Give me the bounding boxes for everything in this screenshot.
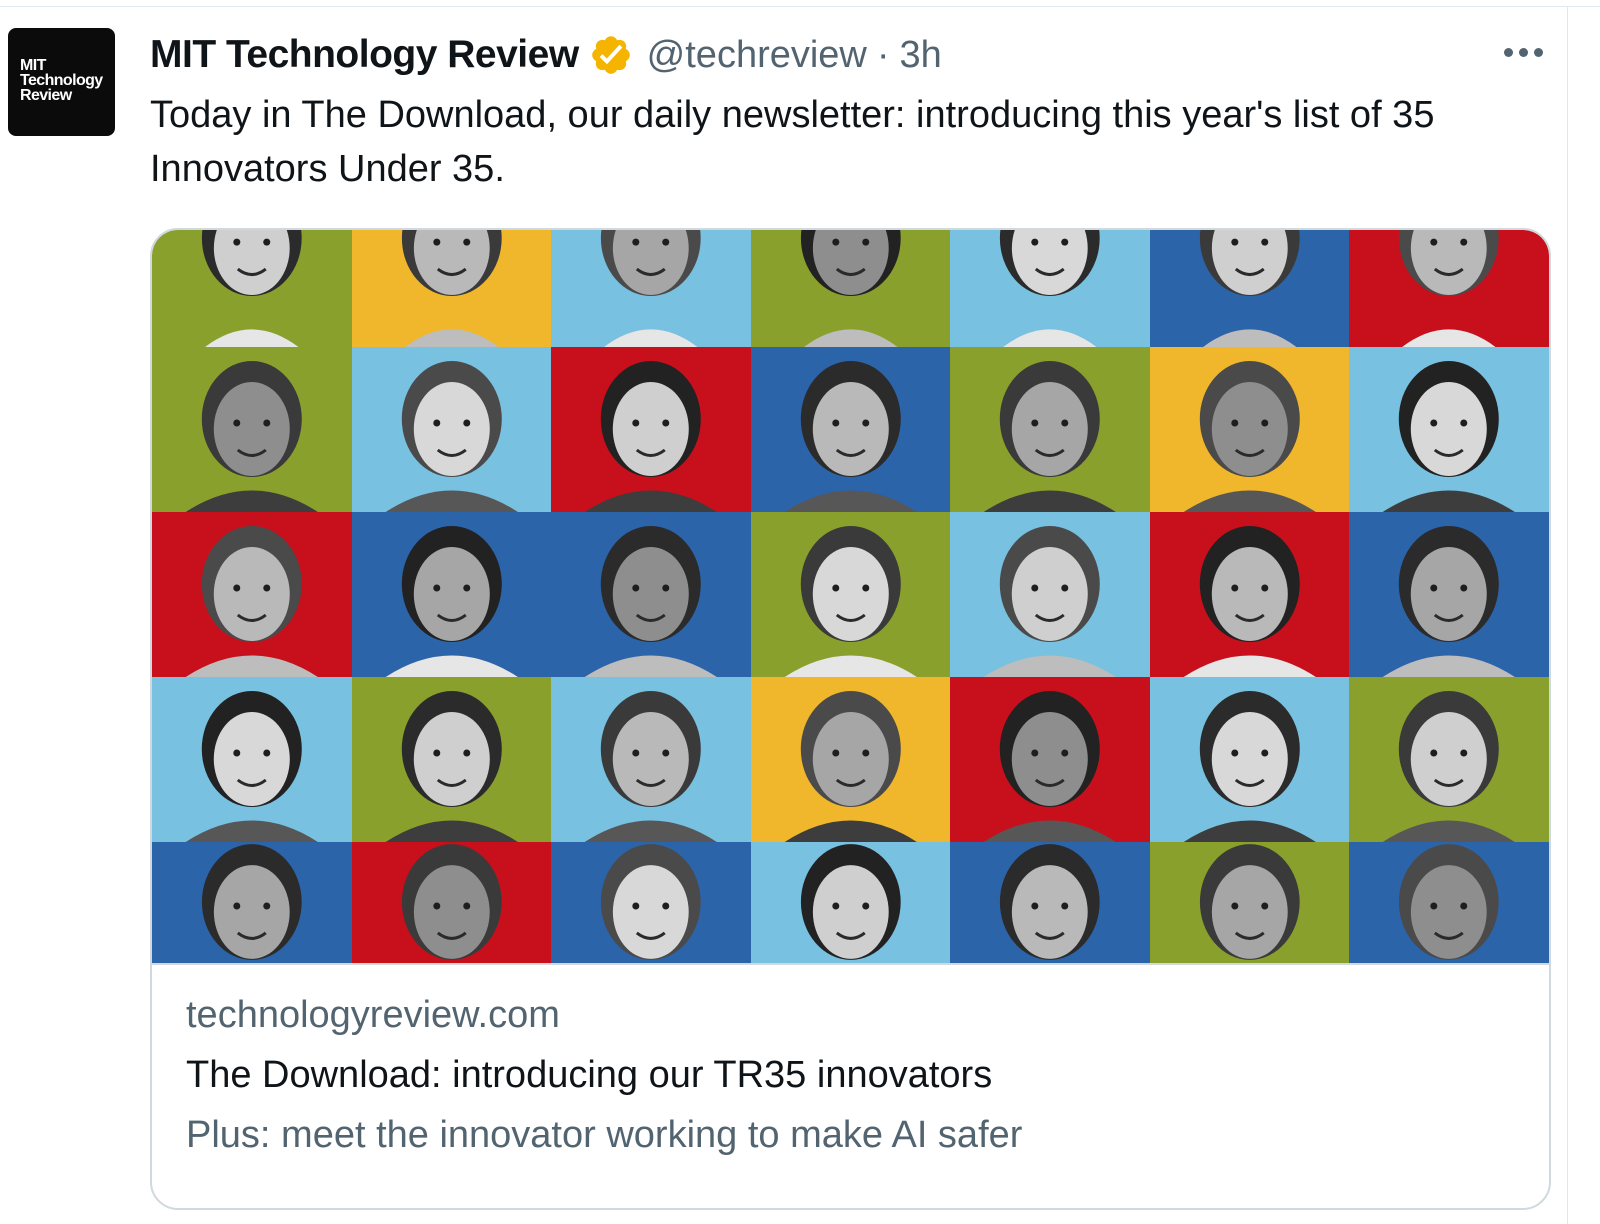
portrait-silhouette	[1183, 691, 1316, 842]
portrait-silhouette	[201, 844, 302, 960]
right-divider	[1567, 6, 1568, 1224]
portrait-silhouette	[784, 691, 917, 842]
portrait-tile	[551, 842, 751, 963]
portrait-silhouette	[984, 361, 1116, 512]
portrait-silhouette	[984, 526, 1116, 677]
portrait-silhouette	[385, 526, 518, 677]
portrait-tile	[750, 842, 951, 963]
portrait-silhouette	[1183, 526, 1316, 677]
portrait-silhouette	[1199, 844, 1300, 960]
portrait-silhouette	[201, 230, 302, 347]
author-handle[interactable]: @techreview	[647, 34, 867, 77]
portrait-silhouette	[1383, 526, 1516, 677]
portrait-tile	[1349, 512, 1549, 677]
portrait-silhouette	[1383, 361, 1516, 512]
portrait-tile	[1349, 677, 1549, 842]
portrait-tile	[1149, 512, 1350, 677]
portrait-tile	[950, 677, 1150, 842]
portrait-mosaic	[152, 230, 1549, 963]
portrait-tile	[750, 677, 951, 842]
portrait-silhouette	[185, 691, 318, 842]
portrait-tile	[950, 230, 1150, 347]
portrait-silhouette	[401, 844, 502, 960]
portrait-silhouette	[784, 526, 917, 677]
verified-badge-icon[interactable]	[589, 33, 633, 77]
portrait-silhouette	[585, 361, 717, 512]
card-description: Plus: meet the innovator working to make…	[186, 1114, 1023, 1156]
portrait-tile	[351, 677, 552, 842]
portrait-silhouette	[1199, 230, 1300, 347]
portrait-silhouette	[1000, 230, 1100, 347]
portrait-tile	[152, 677, 352, 842]
portrait-silhouette	[385, 691, 518, 842]
card-title[interactable]: The Download: introducing our TR35 innov…	[186, 1050, 1519, 1100]
portrait-silhouette	[1000, 844, 1100, 960]
portrait-tile	[152, 230, 352, 347]
portrait-tile	[152, 512, 352, 677]
avatar[interactable]: MIT Technology Review	[8, 28, 115, 136]
card-domain: technologyreview.com	[186, 994, 560, 1036]
timestamp[interactable]: 3h	[900, 34, 942, 77]
portrait-tile	[551, 230, 751, 347]
portrait-tile	[950, 347, 1150, 512]
author-name[interactable]: MIT Technology Review	[150, 33, 579, 77]
link-card[interactable]: technologyreview.com The Download: intro…	[150, 228, 1551, 1210]
portrait-tile	[750, 512, 951, 677]
portrait-silhouette	[1399, 844, 1500, 960]
portrait-silhouette	[1399, 230, 1500, 347]
portrait-silhouette	[800, 844, 901, 960]
portrait-silhouette	[984, 691, 1116, 842]
card-image[interactable]	[152, 230, 1549, 963]
portrait-tile	[351, 230, 552, 347]
avatar-line: Review	[20, 87, 72, 104]
portrait-tile	[1149, 677, 1350, 842]
card-divider	[152, 963, 1549, 965]
portrait-tile	[1349, 347, 1549, 512]
avatar-line: MIT	[20, 57, 46, 74]
portrait-tile	[152, 347, 352, 512]
portrait-tile	[1149, 842, 1350, 963]
portrait-silhouette	[585, 526, 717, 677]
portrait-tile	[152, 842, 352, 963]
portrait-silhouette	[800, 230, 901, 347]
portrait-silhouette	[601, 844, 701, 960]
portrait-silhouette	[784, 361, 917, 512]
card-body: technologyreview.com The Download: intro…	[186, 990, 1519, 1160]
portrait-tile	[551, 347, 751, 512]
portrait-silhouette	[185, 361, 318, 512]
portrait-tile	[950, 512, 1150, 677]
tweet-text: Today in The Download, our daily newslet…	[150, 94, 1435, 190]
portrait-tile	[950, 842, 1150, 963]
avatar-line: Technology	[20, 72, 103, 89]
portrait-tile	[750, 230, 951, 347]
portrait-tile	[750, 347, 951, 512]
portrait-silhouette	[601, 230, 701, 347]
more-dot	[1504, 48, 1513, 57]
more-dot	[1534, 48, 1543, 57]
separator-dot: ·	[876, 33, 890, 76]
portrait-tile	[1349, 230, 1549, 347]
top-divider	[0, 6, 1600, 7]
portrait-silhouette	[1183, 361, 1316, 512]
portrait-tile	[1149, 347, 1350, 512]
tweet-header: MIT Technology Review @techreview · 3h	[150, 30, 942, 80]
tweet[interactable]: MIT Technology Review MIT Technology Rev…	[0, 0, 1600, 1224]
more-dot	[1519, 48, 1528, 57]
portrait-silhouette	[385, 361, 518, 512]
portrait-tile	[1349, 842, 1549, 963]
portrait-tile	[551, 677, 751, 842]
portrait-silhouette	[185, 526, 318, 677]
portrait-silhouette	[1383, 691, 1516, 842]
portrait-tile	[351, 347, 552, 512]
more-options-icon[interactable]	[1500, 40, 1547, 65]
portrait-tile	[551, 512, 751, 677]
portrait-tile	[351, 512, 552, 677]
portrait-tile	[1149, 230, 1350, 347]
portrait-silhouette	[585, 691, 717, 842]
portrait-silhouette	[401, 230, 502, 347]
portrait-tile	[351, 842, 552, 963]
